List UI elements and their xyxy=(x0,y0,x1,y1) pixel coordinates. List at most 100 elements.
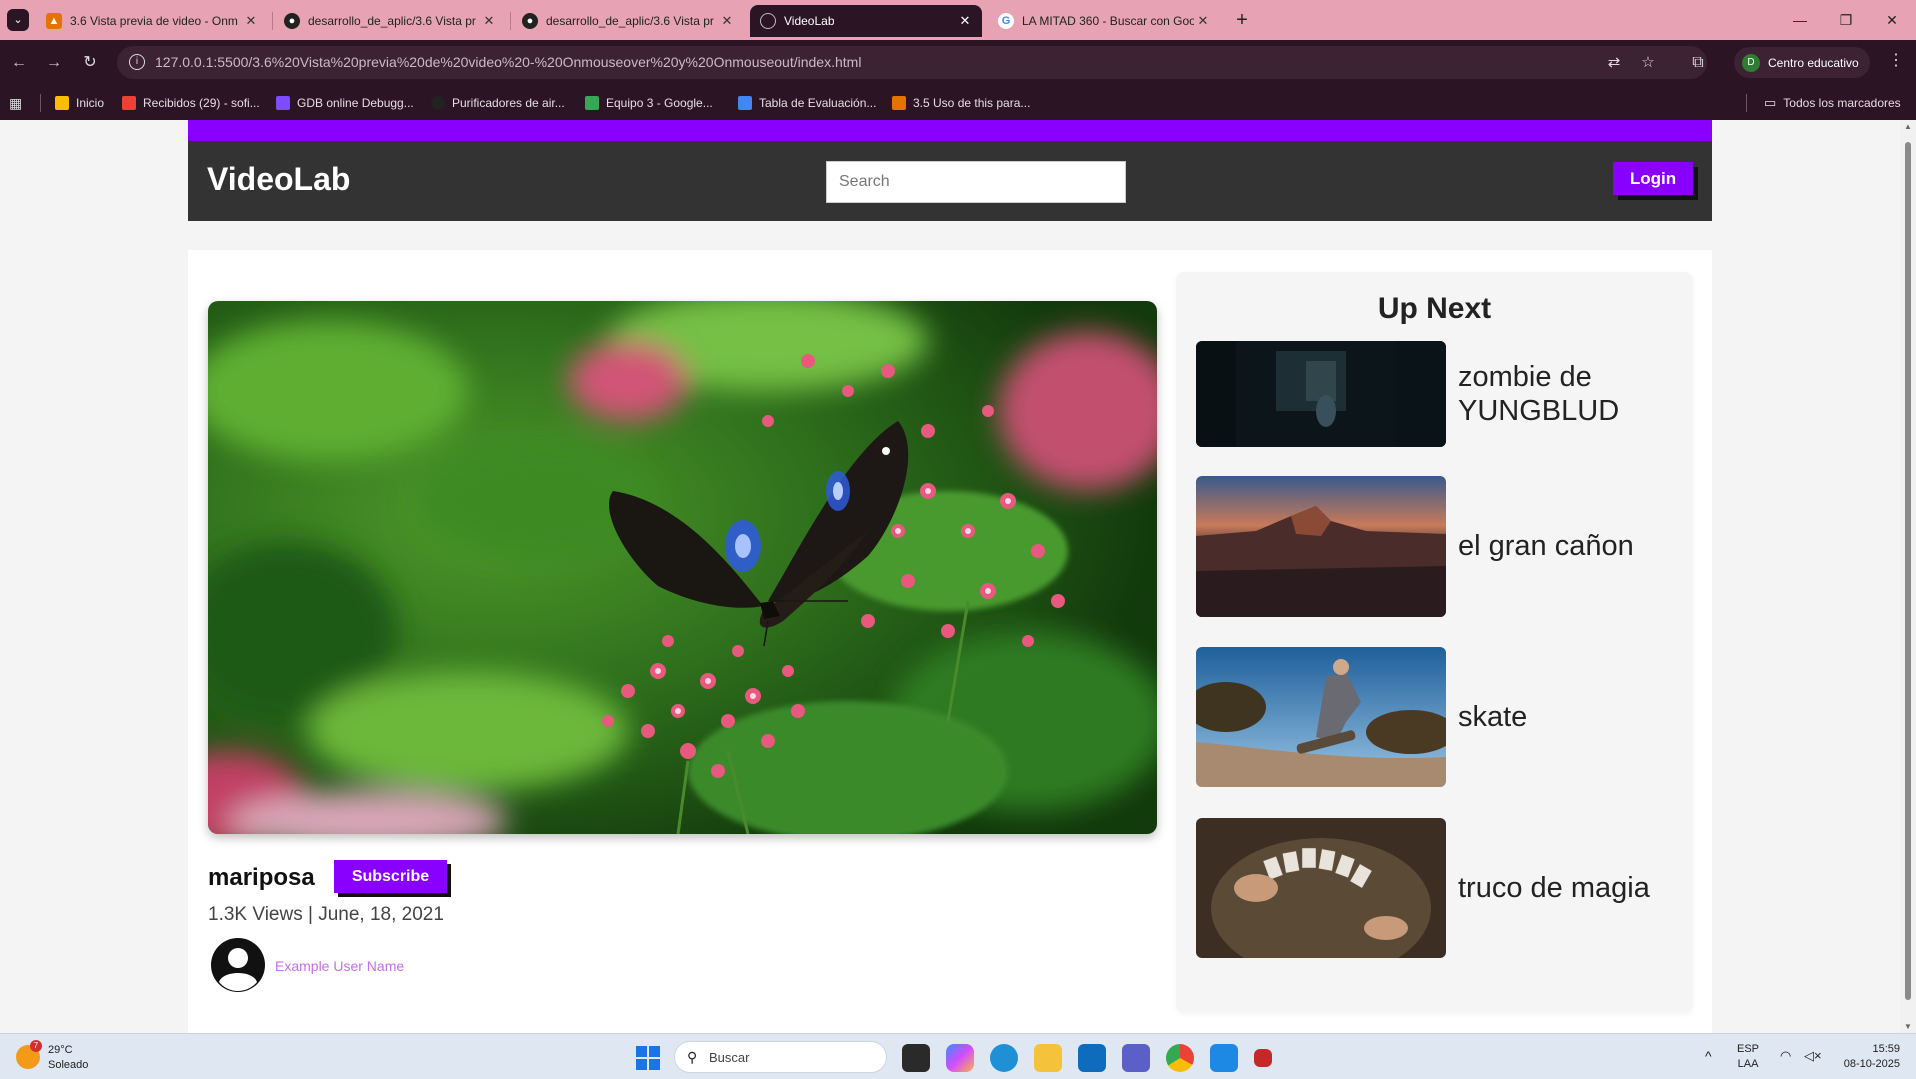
bookmark-purificadores[interactable]: Purificadores de air... xyxy=(431,93,565,113)
gmail-icon xyxy=(122,96,136,110)
up-next-thumbnail[interactable] xyxy=(1196,341,1446,447)
wifi-icon[interactable]: ◠ xyxy=(1780,1048,1791,1063)
extensions-icon[interactable]: ⧉ xyxy=(1685,50,1711,76)
copilot-icon[interactable] xyxy=(946,1044,974,1072)
up-next-title[interactable]: skate xyxy=(1458,700,1673,734)
tab-close-icon[interactable]: ✕ xyxy=(956,13,974,29)
forward-icon[interactable]: → xyxy=(41,50,67,76)
bookmark-star-icon[interactable]: ☆ xyxy=(1637,52,1659,74)
taskbar-search-label: Buscar xyxy=(709,1050,750,1065)
up-next-item[interactable]: skate xyxy=(1196,647,1676,787)
snipping-tool-icon[interactable] xyxy=(1254,1049,1272,1067)
profile-avatar: D xyxy=(1742,53,1760,72)
user-avatar-icon[interactable] xyxy=(210,937,266,993)
bookmark-inicio[interactable]: Inicio xyxy=(55,93,104,113)
site-info-icon[interactable]: i xyxy=(129,54,145,70)
window-close-icon[interactable]: ✕ xyxy=(1869,8,1915,32)
up-next-thumbnail[interactable] xyxy=(1196,647,1446,787)
weather-widget[interactable]: 29°C Soleado xyxy=(48,1043,88,1073)
google-icon: G xyxy=(998,13,1014,29)
new-tab-button[interactable]: + xyxy=(1229,8,1255,34)
up-next-title[interactable]: zombie de YUNGBLUD xyxy=(1458,360,1663,428)
up-next-item[interactable]: el gran cañon xyxy=(1196,476,1676,617)
time: 15:59 xyxy=(1872,1043,1900,1055)
tab-google-search[interactable]: G LA MITAD 360 - Buscar con Goo ✕ xyxy=(988,5,1220,37)
scroll-up-icon[interactable]: ▲ xyxy=(1903,122,1913,131)
tab-title: VideoLab xyxy=(784,14,835,28)
taskbar-search[interactable]: ⚲ Buscar xyxy=(674,1041,887,1073)
browser-menu-icon[interactable]: ⋮ xyxy=(1886,50,1906,70)
edge-icon[interactable] xyxy=(990,1044,1018,1072)
globe-icon xyxy=(760,13,776,29)
browser-toolbar: ← → ↻ i 127.0.0.1:5500/3.6%20Vista%20pre… xyxy=(0,40,1916,85)
bookmark-equipo3[interactable]: Equipo 3 - Google... xyxy=(585,93,713,113)
up-next-item[interactable]: zombie de YUNGBLUD xyxy=(1196,341,1676,447)
tab-title: desarrollo_de_aplic/3.6 Vista pr xyxy=(546,14,714,28)
tab-github-2[interactable]: ● desarrollo_de_aplic/3.6 Vista pr ✕ xyxy=(512,5,744,37)
up-next-thumbnail[interactable] xyxy=(1196,818,1446,958)
tab-close-icon[interactable]: ✕ xyxy=(1194,13,1212,29)
tab-github-1[interactable]: ● desarrollo_de_aplic/3.6 Vista pr ✕ xyxy=(274,5,506,37)
apps-grid-icon[interactable]: ▦ xyxy=(9,93,22,113)
tab-close-icon[interactable]: ✕ xyxy=(718,13,736,29)
teams-icon[interactable] xyxy=(1122,1044,1150,1072)
search-input[interactable] xyxy=(826,161,1126,203)
scroll-down-icon[interactable]: ▼ xyxy=(1903,1022,1913,1031)
bookmark-tabla[interactable]: Tabla de Evaluación... xyxy=(738,93,876,113)
site-logo[interactable]: VideoLab xyxy=(207,161,350,198)
user-name-link[interactable]: Example User Name xyxy=(275,958,404,974)
tab-videolab[interactable]: VideoLab ✕ xyxy=(750,5,982,37)
profile-button[interactable]: D Centro educativo xyxy=(1734,47,1870,78)
translate-icon[interactable]: ⇄ xyxy=(1603,52,1625,74)
bookmark-gdb[interactable]: GDB online Debugg... xyxy=(276,93,414,113)
main-content: mariposa Subscribe 1.3K Views | June, 18… xyxy=(188,250,1712,1033)
bookmark-this[interactable]: 3.5 Uso de this para... xyxy=(892,93,1030,113)
up-next-title[interactable]: truco de magia xyxy=(1458,871,1673,905)
tab-video-preview[interactable]: ▲ 3.6 Vista previa de video - Onm ✕ xyxy=(36,5,268,37)
scroll-thumb[interactable] xyxy=(1905,142,1911,1000)
bookmark-icon xyxy=(431,96,445,110)
gdb-icon xyxy=(276,96,290,110)
back-icon[interactable]: ← xyxy=(6,50,32,76)
clock[interactable]: 15:59 08-10-2025 xyxy=(1840,1042,1900,1072)
file-explorer-icon[interactable] xyxy=(1034,1044,1062,1072)
address-bar[interactable]: i 127.0.0.1:5500/3.6%20Vista%20previa%20… xyxy=(117,46,1707,79)
login-button[interactable]: Login xyxy=(1613,162,1693,195)
video-title: mariposa xyxy=(208,864,315,891)
subscribe-button[interactable]: Subscribe xyxy=(334,860,447,893)
up-next-title[interactable]: el gran cañon xyxy=(1458,529,1673,563)
page-scrollbar[interactable]: ▲ ▼ xyxy=(1900,120,1916,1033)
language-indicator[interactable]: ESP LAA xyxy=(1737,1042,1759,1072)
tab-search-button[interactable]: ⌄ xyxy=(7,9,29,31)
video-player[interactable] xyxy=(208,301,1157,834)
up-next-heading: Up Next xyxy=(1377,292,1492,325)
slides-icon: ▲ xyxy=(46,13,62,29)
tab-close-icon[interactable]: ✕ xyxy=(480,13,498,29)
tab-title: 3.6 Vista previa de video - Onm xyxy=(70,14,238,28)
volume-muted-icon[interactable]: ◁× xyxy=(1804,1048,1822,1063)
vscode-icon[interactable] xyxy=(1210,1044,1238,1072)
weather-condition: Soleado xyxy=(48,1059,89,1071)
outlook-icon[interactable] xyxy=(1078,1044,1106,1072)
page-viewport: VideoLab Login xyxy=(0,120,1916,1033)
chrome-icon[interactable] xyxy=(1166,1044,1194,1072)
url-text[interactable]: 127.0.0.1:5500/3.6%20Vista%20previa%20de… xyxy=(155,54,861,70)
reload-icon[interactable]: ↻ xyxy=(77,50,103,76)
docs-icon xyxy=(738,96,752,110)
task-view-icon[interactable] xyxy=(902,1044,930,1072)
windows-taskbar: 7 29°C Soleado ⚲ Buscar ^ ESP LAA ◠ ◁× 1… xyxy=(0,1033,1916,1079)
video-views-date: 1.3K Views | June, 18, 2021 xyxy=(208,904,444,925)
up-next-thumbnail[interactable] xyxy=(1196,476,1446,617)
tray-expand-icon[interactable]: ^ xyxy=(1705,1049,1712,1064)
site-accent-bar xyxy=(188,120,1712,141)
temperature: 29°C xyxy=(48,1044,73,1056)
bookmark-gmail[interactable]: Recibidos (29) - sofi... xyxy=(122,93,260,113)
windows-start-icon[interactable] xyxy=(636,1046,660,1070)
tab-title: desarrollo_de_aplic/3.6 Vista pr xyxy=(308,14,476,28)
all-bookmarks[interactable]: ▭ Todos los marcadores xyxy=(1764,93,1901,113)
up-next-item[interactable]: truco de magia xyxy=(1196,818,1676,958)
tab-close-icon[interactable]: ✕ xyxy=(242,13,260,29)
minimize-icon[interactable]: — xyxy=(1777,8,1823,32)
restore-icon[interactable]: ❐ xyxy=(1823,8,1869,32)
up-next-panel: Up Next zombie de YUNGBLUD el gran cañon… xyxy=(1176,272,1693,1012)
